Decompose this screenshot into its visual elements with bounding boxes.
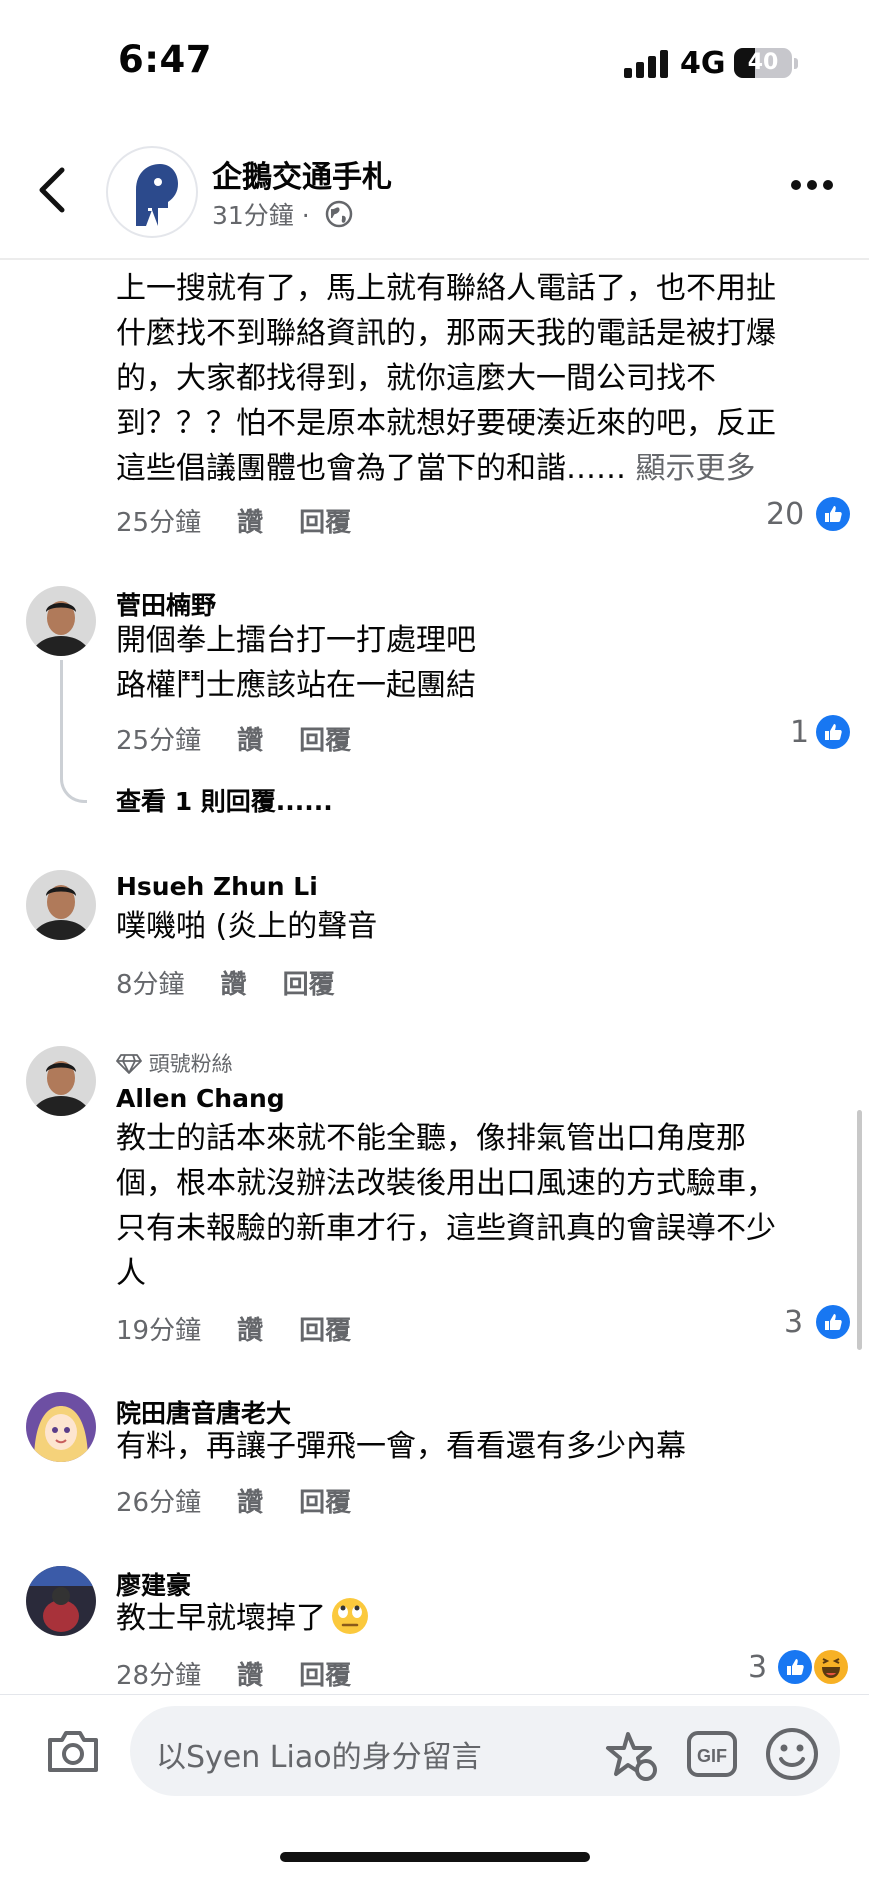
- globe-icon: [325, 200, 353, 232]
- comment-meta: 26分鐘 讚 回覆: [116, 1482, 387, 1519]
- battery-cap: [794, 58, 798, 69]
- comment-text: 教士早就壞掉了: [116, 1596, 370, 1641]
- haha-reaction-icon: [814, 1650, 848, 1684]
- comment-author[interactable]: Hsueh Zhun Li: [116, 872, 318, 901]
- see-more-link[interactable]: 顯示更多: [636, 451, 756, 486]
- comment-line: 個，根本就沒辦法改裝後用出口風速的方式驗車，: [116, 1166, 776, 1201]
- badge-label: 頭號粉絲: [148, 1052, 233, 1076]
- status-time: 6:47: [118, 38, 213, 81]
- comment-time: 25分鐘: [116, 726, 202, 756]
- comment-line: 什麼找不到聯絡資訊的，那兩天我的電話是被打爆: [116, 316, 776, 351]
- like-count: 3: [748, 1650, 768, 1685]
- comment-line: 到？？？怕不是原本就想好要硬湊近來的吧，反正: [116, 406, 776, 441]
- comment-time: 8分鐘: [116, 970, 185, 1000]
- like-count: 20: [766, 497, 805, 532]
- thumbs-up-icon: [816, 715, 850, 749]
- comment-text: 噗嘰啪 (炎上的聲音: [116, 904, 377, 949]
- comment-meta: 25分鐘 讚 回覆: [116, 720, 387, 757]
- comment-line: 人: [116, 1256, 146, 1291]
- comment-line: 開個拳上擂台打一打處理吧: [116, 623, 476, 658]
- scrollbar[interactable]: [857, 1110, 862, 1350]
- comment-text: 教士的話本來就不能全聽，像排氣管出口角度那 個，根本就沒辦法改裝後用出口風速的方…: [116, 1116, 856, 1296]
- like-link[interactable]: 讚: [237, 1661, 263, 1691]
- reply-link[interactable]: 回覆: [299, 1488, 351, 1518]
- avatar[interactable]: [26, 1566, 96, 1636]
- comment-line: 有料，再讓子彈飛一會，看看還有多少內幕: [116, 1429, 686, 1464]
- comment-line: 的，大家都找得到，就你這麼大一間公司找不: [116, 361, 716, 396]
- thumbs-up-icon: [778, 1650, 812, 1684]
- like-link[interactable]: 讚: [237, 726, 263, 756]
- back-chevron-icon[interactable]: [32, 164, 72, 220]
- comment-author[interactable]: Allen Chang: [116, 1084, 285, 1113]
- post-time: 31分鐘 ·: [212, 201, 310, 230]
- eye-roll-emoji-icon: [332, 1598, 368, 1634]
- like-link[interactable]: 讚: [237, 1488, 263, 1518]
- diamond-icon: [116, 1054, 142, 1074]
- avatar[interactable]: [26, 870, 96, 940]
- sticker-icon[interactable]: [604, 1730, 658, 1786]
- header-divider: [0, 258, 869, 260]
- comment-meta: 28分鐘 讚 回覆: [116, 1655, 387, 1692]
- battery-icon: 40: [734, 48, 792, 78]
- like-count: 3: [784, 1305, 804, 1340]
- avatar[interactable]: [26, 1392, 96, 1462]
- comment-time: 25分鐘: [116, 508, 202, 538]
- gif-label: GIF: [697, 1746, 727, 1766]
- comment-meta: 19分鐘 讚 回覆: [116, 1310, 387, 1347]
- reply-link[interactable]: 回覆: [299, 1661, 351, 1691]
- page-avatar[interactable]: [106, 146, 198, 238]
- view-replies-link[interactable]: 查看 1 則回覆......: [116, 782, 333, 818]
- home-indicator[interactable]: [280, 1852, 590, 1862]
- avatar[interactable]: [26, 586, 96, 656]
- top-fan-badge: 頭號粉絲: [116, 1048, 233, 1078]
- more-options-icon[interactable]: [790, 176, 834, 195]
- network-type: 4G: [680, 46, 726, 81]
- comment-author[interactable]: 菅田楠野: [116, 586, 216, 622]
- reply-thread-line: [60, 660, 87, 803]
- comment-line: 這些倡議團體也會為了當下的和諧…… 顯示更多: [116, 451, 756, 486]
- thumbs-up-icon: [816, 1305, 850, 1339]
- comment-time: 19分鐘: [116, 1316, 202, 1346]
- cellular-signal-icon: [624, 50, 672, 82]
- reply-link[interactable]: 回覆: [283, 970, 335, 1000]
- gif-icon[interactable]: GIF: [686, 1728, 738, 1784]
- battery-level: 40: [747, 50, 779, 75]
- comment-time: 26分鐘: [116, 1488, 202, 1518]
- thumbs-up-icon: [816, 497, 850, 531]
- comment-input-placeholder: 以Syen Liao的身分留言: [156, 1740, 482, 1775]
- like-link[interactable]: 讚: [221, 970, 247, 1000]
- reply-link[interactable]: 回覆: [299, 508, 351, 538]
- comment-time: 28分鐘: [116, 1661, 202, 1691]
- comment-meta: 8分鐘 讚 回覆: [116, 964, 371, 1001]
- comment-text: 有料，再讓子彈飛一會，看看還有多少內幕: [116, 1424, 686, 1469]
- reply-link[interactable]: 回覆: [299, 1316, 351, 1346]
- like-count: 1: [790, 715, 810, 750]
- camera-icon[interactable]: [46, 1728, 100, 1778]
- composer-divider: [0, 1694, 869, 1695]
- page-name[interactable]: 企鵝交通手札: [212, 152, 392, 196]
- comment-line: 教士早就壞掉了: [116, 1596, 370, 1641]
- comment-text: 上一搜就有了，馬上就有聯絡人電話了，也不用扯 什麼找不到聯絡資訊的，那兩天我的電…: [116, 266, 856, 491]
- like-link[interactable]: 讚: [237, 508, 263, 538]
- comment-meta: 25分鐘 讚 回覆: [116, 502, 387, 539]
- reply-link[interactable]: 回覆: [299, 726, 351, 756]
- avatar[interactable]: [26, 1046, 96, 1116]
- comment-line: 噗嘰啪 (炎上的聲音: [116, 909, 378, 944]
- comment-line: 只有未報驗的新車才行，這些資訊真的會誤導不少: [116, 1211, 776, 1246]
- like-link[interactable]: 讚: [237, 1316, 263, 1346]
- comment-line: 路權鬥士應該站在一起團結: [116, 668, 476, 703]
- comment-line: 上一搜就有了，馬上就有聯絡人電話了，也不用扯: [116, 271, 776, 306]
- comment-line: 教士的話本來就不能全聽，像排氣管出口角度那: [116, 1121, 746, 1156]
- emoji-icon[interactable]: [764, 1726, 820, 1786]
- comment-text: 開個拳上擂台打一打處理吧 路權鬥士應該站在一起團結: [116, 618, 476, 708]
- penguin-logo-icon: [136, 164, 178, 226]
